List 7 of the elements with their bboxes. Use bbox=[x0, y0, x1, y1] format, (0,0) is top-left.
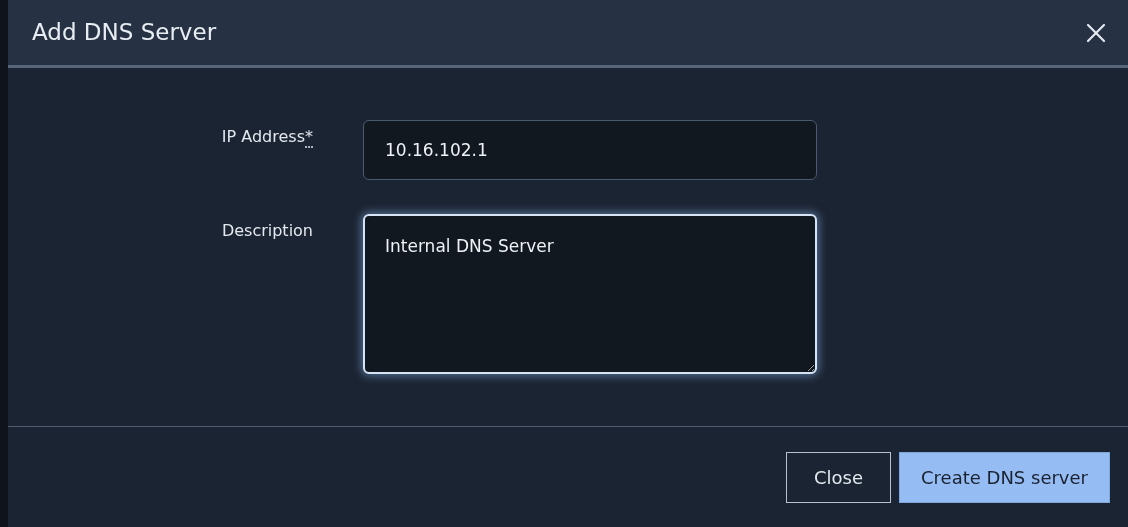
dialog-title: Add DNS Server bbox=[32, 18, 217, 48]
close-button[interactable]: Close bbox=[785, 451, 891, 503]
description-field[interactable]: Internal DNS Server bbox=[363, 214, 817, 374]
field-label: Description bbox=[221, 220, 313, 242]
create-button[interactable]: Create DNS server bbox=[899, 451, 1110, 503]
field-label: IP Address* bbox=[221, 126, 313, 149]
ip-address-field[interactable]: 10.16.102.1 bbox=[363, 120, 817, 180]
